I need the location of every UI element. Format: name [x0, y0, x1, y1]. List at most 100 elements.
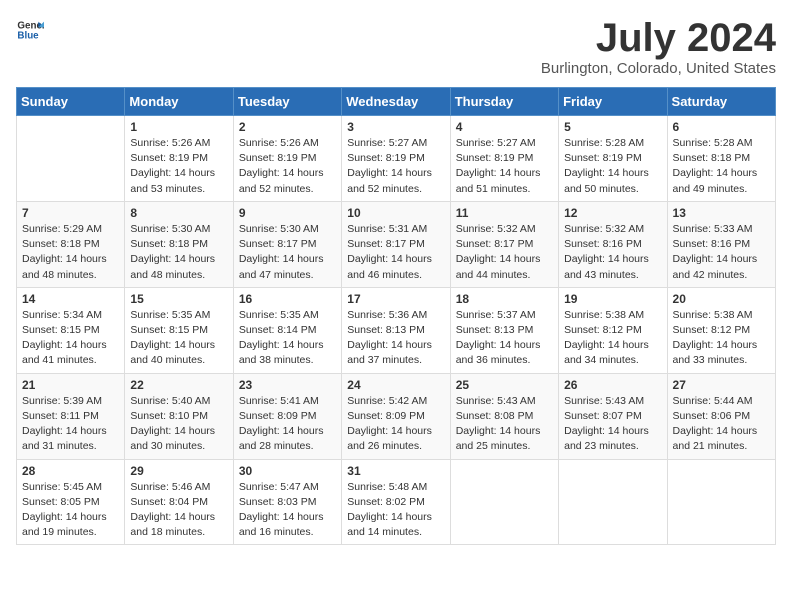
week-row-1: 1 Sunrise: 5:26 AM Sunset: 8:19 PM Daylig…	[17, 116, 776, 202]
calendar-cell: 2 Sunrise: 5:26 AM Sunset: 8:19 PM Daylig…	[233, 116, 341, 202]
page-subtitle: Burlington, Colorado, United States	[541, 60, 776, 77]
calendar-cell: 31Sunrise: 5:48 AM Sunset: 8:02 PM Dayli…	[342, 459, 450, 545]
day-number: 16	[239, 292, 336, 306]
week-row-2: 7 Sunrise: 5:29 AM Sunset: 8:18 PM Daylig…	[17, 201, 776, 287]
day-info: Sunrise: 5:40 AM Sunset: 8:10 PM Dayligh…	[130, 394, 227, 455]
day-info: Sunrise: 5:39 AM Sunset: 8:11 PM Dayligh…	[22, 394, 119, 455]
weekday-header-sunday: Sunday	[17, 88, 125, 116]
weekday-header-thursday: Thursday	[450, 88, 558, 116]
day-number: 7	[22, 206, 119, 220]
day-number: 8	[130, 206, 227, 220]
day-number: 1	[130, 120, 227, 134]
day-info: Sunrise: 5:28 AM Sunset: 8:18 PM Dayligh…	[673, 136, 770, 197]
svg-text:Blue: Blue	[17, 30, 39, 41]
day-number: 2	[239, 120, 336, 134]
calendar-cell: 18Sunrise: 5:37 AM Sunset: 8:13 PM Dayli…	[450, 287, 558, 373]
calendar-cell: 19 Sunrise: 5:38 AM Sunset: 8:12 PM Dayli…	[559, 287, 667, 373]
day-number: 6	[673, 120, 770, 134]
calendar-table: SundayMondayTuesdayWednesdayThursdayFrid…	[16, 87, 776, 545]
calendar-cell: 13 Sunrise: 5:33 AM Sunset: 8:16 PM Dayli…	[667, 201, 775, 287]
day-number: 19	[564, 292, 661, 306]
day-number: 4	[456, 120, 553, 134]
calendar-cell: 15Sunrise: 5:35 AM Sunset: 8:15 PM Dayli…	[125, 287, 233, 373]
day-number: 25	[456, 378, 553, 392]
calendar-cell	[17, 116, 125, 202]
title-area: July 2024 Burlington, Colorado, United S…	[541, 16, 776, 77]
day-number: 20	[673, 292, 770, 306]
calendar-cell: 23 Sunrise: 5:41 AM Sunset: 8:09 PM Dayli…	[233, 373, 341, 459]
calendar-cell: 24Sunrise: 5:42 AM Sunset: 8:09 PM Dayli…	[342, 373, 450, 459]
calendar-cell: 29Sunrise: 5:46 AM Sunset: 8:04 PM Dayli…	[125, 459, 233, 545]
calendar-cell: 14 Sunrise: 5:34 AM Sunset: 8:15 PM Dayli…	[17, 287, 125, 373]
day-info: Sunrise: 5:30 AM Sunset: 8:18 PM Dayligh…	[130, 222, 227, 283]
day-info: Sunrise: 5:32 AM Sunset: 8:16 PM Dayligh…	[564, 222, 661, 283]
day-number: 27	[673, 378, 770, 392]
day-info: Sunrise: 5:42 AM Sunset: 8:09 PM Dayligh…	[347, 394, 444, 455]
day-info: Sunrise: 5:26 AM Sunset: 8:19 PM Dayligh…	[239, 136, 336, 197]
day-info: Sunrise: 5:32 AM Sunset: 8:17 PM Dayligh…	[456, 222, 553, 283]
day-number: 23	[239, 378, 336, 392]
calendar-cell: 1 Sunrise: 5:26 AM Sunset: 8:19 PM Daylig…	[125, 116, 233, 202]
week-row-3: 14 Sunrise: 5:34 AM Sunset: 8:15 PM Dayli…	[17, 287, 776, 373]
day-number: 22	[130, 378, 227, 392]
calendar-cell	[559, 459, 667, 545]
calendar-cell	[667, 459, 775, 545]
header: General Blue July 2024 Burlington, Color…	[16, 16, 776, 77]
week-row-5: 28 Sunrise: 5:45 AM Sunset: 8:05 PM Dayli…	[17, 459, 776, 545]
weekday-header-row: SundayMondayTuesdayWednesdayThursdayFrid…	[17, 88, 776, 116]
day-number: 21	[22, 378, 119, 392]
calendar-cell: 17Sunrise: 5:36 AM Sunset: 8:13 PM Dayli…	[342, 287, 450, 373]
day-info: Sunrise: 5:44 AM Sunset: 8:06 PM Dayligh…	[673, 394, 770, 455]
day-number: 12	[564, 206, 661, 220]
weekday-header-monday: Monday	[125, 88, 233, 116]
day-info: Sunrise: 5:29 AM Sunset: 8:18 PM Dayligh…	[22, 222, 119, 283]
day-info: Sunrise: 5:28 AM Sunset: 8:19 PM Dayligh…	[564, 136, 661, 197]
calendar-cell: 25Sunrise: 5:43 AM Sunset: 8:08 PM Dayli…	[450, 373, 558, 459]
calendar-cell: 26Sunrise: 5:43 AM Sunset: 8:07 PM Dayli…	[559, 373, 667, 459]
day-number: 15	[130, 292, 227, 306]
calendar-cell: 7 Sunrise: 5:29 AM Sunset: 8:18 PM Daylig…	[17, 201, 125, 287]
calendar-cell	[450, 459, 558, 545]
day-number: 31	[347, 464, 444, 478]
calendar-cell: 30Sunrise: 5:47 AM Sunset: 8:03 PM Dayli…	[233, 459, 341, 545]
day-info: Sunrise: 5:38 AM Sunset: 8:12 PM Dayligh…	[673, 308, 770, 369]
calendar-cell: 22 Sunrise: 5:40 AM Sunset: 8:10 PM Dayli…	[125, 373, 233, 459]
day-info: Sunrise: 5:46 AM Sunset: 8:04 PM Dayligh…	[130, 480, 227, 541]
calendar-cell: 9Sunrise: 5:30 AM Sunset: 8:17 PM Daylig…	[233, 201, 341, 287]
day-number: 3	[347, 120, 444, 134]
day-info: Sunrise: 5:41 AM Sunset: 8:09 PM Dayligh…	[239, 394, 336, 455]
calendar-cell: 20 Sunrise: 5:38 AM Sunset: 8:12 PM Dayli…	[667, 287, 775, 373]
day-info: Sunrise: 5:45 AM Sunset: 8:05 PM Dayligh…	[22, 480, 119, 541]
calendar-cell: 5 Sunrise: 5:28 AM Sunset: 8:19 PM Daylig…	[559, 116, 667, 202]
day-number: 5	[564, 120, 661, 134]
day-info: Sunrise: 5:27 AM Sunset: 8:19 PM Dayligh…	[347, 136, 444, 197]
day-info: Sunrise: 5:34 AM Sunset: 8:15 PM Dayligh…	[22, 308, 119, 369]
calendar-cell: 10Sunrise: 5:31 AM Sunset: 8:17 PM Dayli…	[342, 201, 450, 287]
day-info: Sunrise: 5:33 AM Sunset: 8:16 PM Dayligh…	[673, 222, 770, 283]
calendar-cell: 11 Sunrise: 5:32 AM Sunset: 8:17 PM Dayli…	[450, 201, 558, 287]
day-number: 11	[456, 206, 553, 220]
day-number: 13	[673, 206, 770, 220]
calendar-cell: 21 Sunrise: 5:39 AM Sunset: 8:11 PM Dayli…	[17, 373, 125, 459]
weekday-header-saturday: Saturday	[667, 88, 775, 116]
day-info: Sunrise: 5:37 AM Sunset: 8:13 PM Dayligh…	[456, 308, 553, 369]
logo-icon: General Blue	[16, 16, 44, 44]
day-number: 30	[239, 464, 336, 478]
day-number: 10	[347, 206, 444, 220]
calendar-cell: 16 Sunrise: 5:35 AM Sunset: 8:14 PM Dayli…	[233, 287, 341, 373]
calendar-cell: 12 Sunrise: 5:32 AM Sunset: 8:16 PM Dayli…	[559, 201, 667, 287]
page-title: July 2024	[541, 16, 776, 60]
day-info: Sunrise: 5:27 AM Sunset: 8:19 PM Dayligh…	[456, 136, 553, 197]
day-number: 28	[22, 464, 119, 478]
weekday-header-wednesday: Wednesday	[342, 88, 450, 116]
weekday-header-friday: Friday	[559, 88, 667, 116]
day-number: 14	[22, 292, 119, 306]
calendar-cell: 4 Sunrise: 5:27 AM Sunset: 8:19 PM Daylig…	[450, 116, 558, 202]
day-info: Sunrise: 5:26 AM Sunset: 8:19 PM Dayligh…	[130, 136, 227, 197]
day-number: 9	[239, 206, 336, 220]
day-info: Sunrise: 5:35 AM Sunset: 8:14 PM Dayligh…	[239, 308, 336, 369]
calendar-cell: 28 Sunrise: 5:45 AM Sunset: 8:05 PM Dayli…	[17, 459, 125, 545]
calendar-cell: 6 Sunrise: 5:28 AM Sunset: 8:18 PM Daylig…	[667, 116, 775, 202]
day-info: Sunrise: 5:38 AM Sunset: 8:12 PM Dayligh…	[564, 308, 661, 369]
logo: General Blue	[16, 16, 44, 44]
